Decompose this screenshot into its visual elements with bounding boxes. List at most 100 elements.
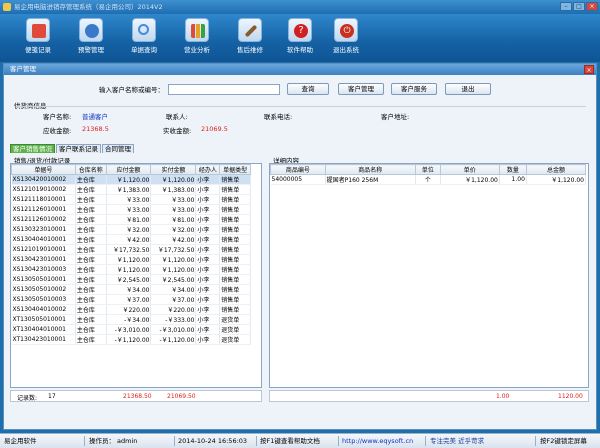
table-cell: 销售单 (219, 304, 251, 315)
main-toolbar: 便笺记录 预警管理 单据查询 营业分析 售后维修 ? 软件帮助 ⏻ 退出系统 (0, 14, 600, 62)
table-cell: 销售单 (219, 284, 251, 295)
column-header[interactable]: 商品编号 (270, 164, 326, 175)
tab-contracts[interactable]: 合同管理 (102, 144, 134, 153)
table-row[interactable]: XS130505010002 主仓库 ￥34.00 ￥34.00 小李 销售单 (11, 284, 251, 295)
table-cell: 54000005 (270, 174, 326, 185)
total-qty-value: 1.00 (496, 393, 510, 400)
help-icon: ? (288, 18, 312, 42)
toolbar-help-button[interactable]: ? 软件帮助 (280, 18, 320, 60)
toolbar-repair-button[interactable]: 售后维修 (230, 18, 270, 60)
column-header[interactable]: 商品名称 (324, 164, 416, 175)
customer-service-button[interactable]: 客户服务 (391, 83, 437, 95)
tools-icon (238, 18, 262, 42)
total-payable-value: 21368.50 (123, 393, 152, 400)
maximize-icon[interactable]: □ (573, 2, 585, 11)
tab-customer-sales[interactable]: 客户销售情况 (10, 144, 55, 153)
table-cell: 主仓库 (75, 214, 107, 225)
column-header[interactable]: 单据号 (11, 164, 76, 175)
customer-name-label: 客户名称: (43, 113, 72, 121)
table-cell: 主仓库 (75, 234, 107, 245)
toolbar-query-button[interactable]: 单据查询 (124, 18, 164, 60)
table-cell: 主仓库 (75, 274, 107, 285)
status-url-link[interactable]: http://www.eqysoft.cn (342, 434, 413, 448)
address-label: 客户地址: (381, 113, 410, 121)
table-cell: XS121019010002 (11, 184, 76, 195)
table-row[interactable]: XT130423010001 主仓库 -￥1,120.00 -￥1,120.00 小李退… (11, 334, 251, 345)
table-cell: 销售单 (219, 174, 251, 185)
table-cell: XS130505010001 (11, 274, 76, 285)
table-row[interactable]: XS130505010001 主仓库 ￥2,545.00 ￥2,545.00 小李 销售单 (11, 274, 251, 285)
table-cell: ￥1,383.00 (106, 184, 152, 195)
table-row[interactable]: XS130505010003 主仓库 ￥37.00 ￥37.00 小李 销售单 (11, 294, 251, 305)
column-header[interactable]: 单价 (439, 164, 500, 175)
toolbar-label: 营业分析 (184, 46, 210, 54)
column-header[interactable]: 单位 (414, 164, 441, 175)
column-header[interactable]: 总金额 (525, 164, 587, 175)
table-row[interactable]: XS130420010002 主仓库 ￥1,120.00 ￥1,120.00 小李 销售单 (11, 174, 251, 185)
column-header[interactable]: 数量 (498, 164, 527, 175)
table-row[interactable]: XS121118010001 主仓库 ￥33.00 ￥33.00 小李 销售单 (11, 194, 251, 205)
table-cell: 主仓库 (75, 174, 107, 185)
status-software: 易企用软件 (4, 437, 37, 445)
exit-button[interactable]: 退出 (445, 83, 491, 95)
table-row[interactable]: 54000005 握国者P160 256M 个 ￥1,120.00 1.00 ￥1,120… (270, 174, 587, 185)
table-cell: ￥17,732.50 (106, 244, 152, 255)
customer-search-input[interactable] (168, 83, 280, 95)
detail-table-panel[interactable]: 商品编号 商品名称 单位 单价 数量 总金额 54000005 握国者P160 256M 个 ￥… (269, 163, 589, 388)
dialog-title: 客户管理 (10, 65, 36, 73)
column-header[interactable]: 经办人 (195, 164, 221, 175)
table-cell: XS130423010001 (11, 254, 76, 265)
received-value: 21069.5 (201, 125, 228, 133)
customer-management-button[interactable]: 客户管理 (338, 83, 384, 95)
record-count-label: 记录数: (17, 395, 38, 402)
table-row[interactable]: XS130323010001 主仓库 ￥32.00 ￥32.00 小李 销售单 (11, 224, 251, 235)
status-operator: admin (117, 437, 138, 445)
magnifier-icon (132, 18, 156, 42)
column-header[interactable]: 应付金额 (105, 164, 152, 175)
table-row[interactable]: XS130423010001 主仓库 ￥1,120.00 ￥1,120.00 小李 销售单 (11, 254, 251, 265)
records-table-panel[interactable]: 单据号 仓库名称 应付金额 实付金额 经办人 单据类型 XS130420010002 主仓库… (10, 163, 262, 388)
column-header[interactable]: 仓库名称 (74, 164, 107, 175)
total-paid-value: 21069.50 (167, 393, 196, 400)
toolbar-notes-button[interactable]: 便笺记录 (18, 18, 58, 60)
table-row[interactable]: XT130404010001 主仓库 -￥3,010.00 -￥3,010.00 小李退… (11, 324, 251, 335)
table-row[interactable]: XS121019010001 主仓库 ￥17,732.50 ￥17,732.50 小李销… (11, 244, 251, 255)
table-cell: 主仓库 (75, 224, 107, 235)
status-hotkey: 按F2键锁定屏幕 (540, 437, 587, 445)
status-slogan: 专注完美 近乎苛求 (430, 437, 485, 445)
table-row[interactable]: XS121019010002 主仓库 ￥1,383.00 ￥1,383.00 小李 销售单 (11, 184, 251, 195)
column-header[interactable]: 单据类型 (219, 164, 251, 175)
close-icon[interactable]: × (586, 2, 598, 11)
table-row[interactable]: XS130423010003 主仓库 ￥1,120.00 ￥1,120.00 小李 销售单 (11, 264, 251, 275)
window-controls: – □ × (560, 2, 598, 11)
table-cell: XS130420010002 (11, 174, 76, 185)
dialog-close-icon[interactable]: × (584, 65, 594, 74)
table-row[interactable]: XS121126010001 主仓库 ￥33.00 ￥33.00 小李 销售单 (11, 204, 251, 215)
table-cell: XS121126010001 (11, 204, 76, 215)
table-cell: XS130404010001 (11, 234, 76, 245)
table-cell: ￥17,732.50 (150, 244, 197, 255)
table-row[interactable]: XS130404010001 主仓库 ￥42.00 ￥42.00 小李 销售单 (11, 234, 251, 245)
search-label: 输入客户名称或编号： (99, 86, 164, 94)
table-cell: 主仓库 (75, 184, 107, 195)
customer-management-dialog: 客户管理 × 输入客户名称或编号： 查询 客户管理 客户服务 退出 供货商信息 … (3, 63, 597, 430)
app-title: 易企用电脑进销存管理系统（易企用公司）2014V2 (14, 3, 163, 11)
column-header[interactable]: 实付金额 (150, 164, 197, 175)
table-row[interactable]: XS121126010002 主仓库 ￥81.00 ￥81.00 小李 销售单 (11, 214, 251, 225)
table-row[interactable]: XT130505010001 主仓库 -￥34.00 -￥333.00 小李 退货单 (11, 314, 251, 325)
tab-contact-records[interactable]: 客户联系记录 (56, 144, 101, 153)
status-operator-label: 操作员： (89, 437, 115, 445)
table-row[interactable]: XS130404010002 主仓库 ￥220.00 ￥220.00 小李 销售单 (11, 304, 251, 315)
table-cell: 主仓库 (75, 324, 107, 335)
toolbar-alert-button[interactable]: 预警管理 (71, 18, 111, 60)
table-cell: ￥1,383.00 (150, 184, 197, 195)
toolbar-analysis-button[interactable]: 营业分析 (177, 18, 217, 60)
table-cell: 小李 (195, 194, 221, 205)
table-cell: -￥1,120.00 (106, 334, 152, 345)
table-cell: 小李 (195, 184, 221, 195)
supplier-info-group: 供货商信息 客户名称: 普通客户 联系人: 联系电话: 客户地址: 应收金额: … (10, 98, 590, 138)
table-cell: XT130404010001 (11, 324, 76, 335)
minimize-icon[interactable]: – (560, 2, 572, 11)
query-button[interactable]: 查询 (287, 83, 329, 95)
toolbar-exit-button[interactable]: ⏻ 退出系统 (326, 18, 366, 60)
